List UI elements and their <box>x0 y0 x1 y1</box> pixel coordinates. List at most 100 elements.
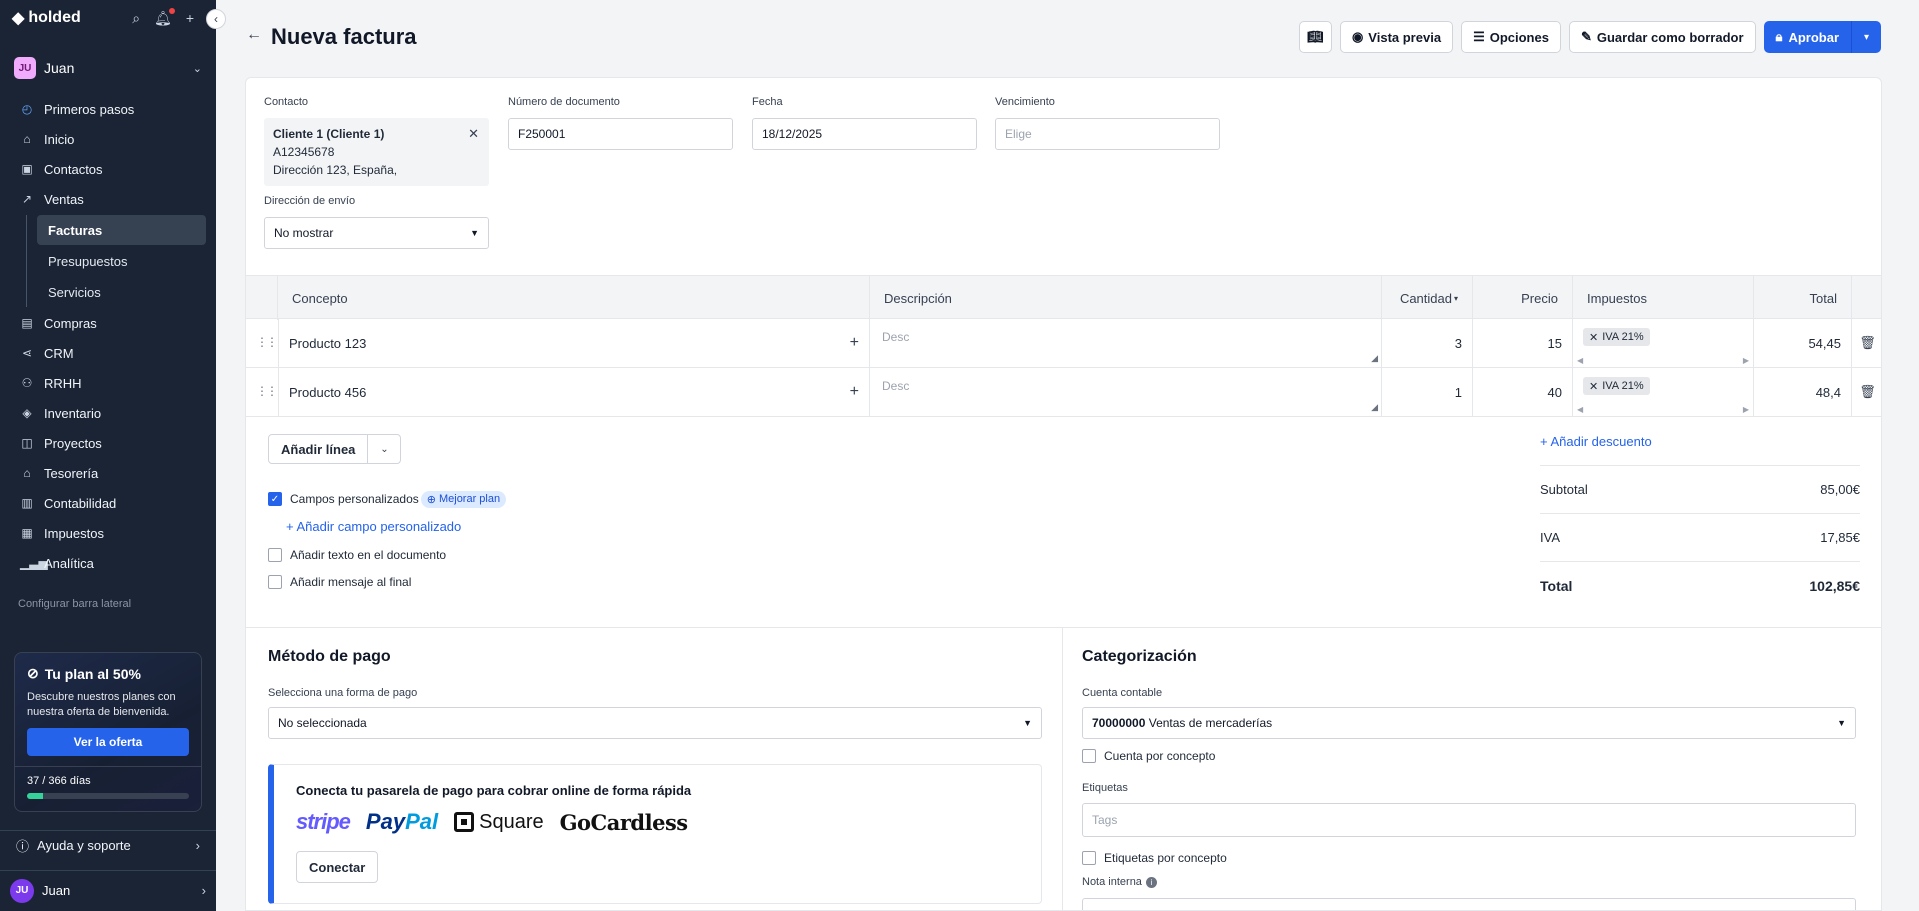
sidebar-item-facturas[interactable]: Facturas <box>37 215 206 245</box>
sidebar-item-impuestos[interactable]: ▦ Impuestos <box>0 518 216 548</box>
sidebar-item-crm[interactable]: ⋖ CRM <box>0 338 216 368</box>
contacts-icon: ▣ <box>21 162 33 176</box>
quantity-input[interactable]: 1 <box>1382 368 1473 416</box>
chevron-down-icon: ⌄ <box>380 443 389 455</box>
resize-handle-icon[interactable]: ◢ <box>1371 402 1378 413</box>
close-icon[interactable]: ✕ <box>1589 331 1598 344</box>
sidebar-item-presupuestos[interactable]: Presupuestos <box>37 246 206 276</box>
payment-method-select[interactable]: No seleccionada ▼ <box>268 707 1042 739</box>
plus-icon[interactable]: + <box>186 10 194 26</box>
concept-input[interactable]: Producto 456 + <box>278 368 870 416</box>
doc-number-label: Número de documento <box>508 96 620 108</box>
concept-input[interactable]: Producto 123 + <box>278 319 870 367</box>
preview-button[interactable]: ◉ Vista previa <box>1339 21 1454 53</box>
add-line-dropdown[interactable]: ⌄ <box>368 435 400 463</box>
sidebar-item-proyectos[interactable]: ◫ Proyectos <box>0 428 216 458</box>
due-date-input[interactable]: Elige <box>995 118 1220 150</box>
close-icon[interactable]: ✕ <box>468 125 479 143</box>
scroll-left-icon[interactable]: ◀ <box>1577 356 1583 365</box>
save-draft-button[interactable]: ✎ Guardar como borrador <box>1568 21 1756 53</box>
resize-handle-icon[interactable]: ◢ <box>1371 353 1378 364</box>
doc-number-input[interactable]: F250001 <box>508 118 733 150</box>
tax-chip[interactable]: ✕ IVA 21% <box>1583 328 1650 346</box>
add-discount-link[interactable]: + Añadir descuento <box>1540 434 1652 449</box>
contact-card[interactable]: Cliente 1 (Cliente 1) A12345678 Direcció… <box>264 118 489 186</box>
price-input[interactable]: 15 <box>1473 319 1573 367</box>
scroll-left-icon[interactable]: ◀ <box>1577 405 1583 414</box>
column-quantity[interactable]: Cantidad ▾ <box>1382 276 1473 320</box>
plus-icon[interactable]: + <box>850 383 859 401</box>
back-arrow-icon[interactable]: ← <box>246 26 262 44</box>
notification-dot <box>168 7 175 14</box>
upgrade-plan-badge[interactable]: ⊕ Mejorar plan <box>420 490 507 508</box>
sidebar-item-rrhh[interactable]: ⚇ RRHH <box>0 368 216 398</box>
layers-icon: ◈ <box>22 406 32 420</box>
configure-sidebar-link[interactable]: Configurar barra lateral <box>0 598 216 610</box>
stripe-logo: stripe <box>296 809 351 834</box>
docs-button[interactable]: 📖︎ <box>1298 21 1332 53</box>
drag-handle-icon[interactable]: ⋮⋮ <box>256 384 278 398</box>
custom-fields-checkbox[interactable]: ✓ <box>268 492 282 506</box>
sidebar-item-analitica[interactable]: ▁▃▅ Analítica <box>0 548 216 578</box>
account-switcher[interactable]: JU Juan ⌄ <box>0 50 216 86</box>
delete-row-button[interactable]: 🗑︎ <box>1852 368 1881 416</box>
scroll-right-icon[interactable]: ▶ <box>1743 356 1749 365</box>
account-select[interactable]: 70000000 Ventas de mercaderías ▼ <box>1082 707 1856 739</box>
connect-button[interactable]: Conectar <box>296 851 379 883</box>
description-input[interactable]: Desc ◢ <box>870 368 1382 416</box>
sidebar-item-ventas[interactable]: ↗ Ventas <box>0 184 216 214</box>
info-icon[interactable]: i <box>1145 876 1157 888</box>
price-input[interactable]: 40 <box>1473 368 1573 416</box>
add-custom-field-link[interactable]: + Añadir campo personalizado <box>286 519 461 534</box>
sidebar-item-inventario[interactable]: ◈ Inventario <box>0 398 216 428</box>
internal-note-input[interactable] <box>1082 898 1856 910</box>
description-input[interactable]: Desc ◢ <box>870 319 1382 367</box>
sidebar-item-primeros-pasos[interactable]: ◴ Primeros pasos <box>0 94 216 124</box>
sidebar-item-inicio[interactable]: ⌂ Inicio <box>0 124 216 154</box>
close-icon[interactable]: ✕ <box>1589 380 1598 393</box>
approve-dropdown-button[interactable]: ▾ <box>1851 21 1881 53</box>
tags-per-concept-checkbox[interactable] <box>1082 851 1096 865</box>
approve-button[interactable]: 🔒︎ Aprobar <box>1763 21 1851 53</box>
sidebar-item-servicios[interactable]: Servicios <box>37 277 206 307</box>
trial-progress-bar <box>27 793 189 799</box>
trial-progress-fill <box>27 793 44 799</box>
tags-input[interactable]: Tags <box>1082 803 1856 837</box>
shipping-select[interactable]: No mostrar ▼ <box>264 217 489 249</box>
categorization-section: Categorización Cuenta contable 70000000 … <box>1063 628 1881 910</box>
holded-logo[interactable]: ◆ holded <box>12 8 81 28</box>
square-logo: Square <box>454 811 544 834</box>
bottom-sections: Método de pago Selecciona una forma de p… <box>246 627 1881 910</box>
add-line-button[interactable]: Añadir línea <box>269 435 369 463</box>
see-offer-button[interactable]: Ver la oferta <box>27 728 189 756</box>
date-input[interactable]: 18/12/2025 <box>752 118 977 150</box>
quantity-input[interactable]: 3 <box>1382 319 1473 367</box>
add-text-checkbox[interactable] <box>268 548 282 562</box>
tax-chip[interactable]: ✕ IVA 21% <box>1583 377 1650 395</box>
plus-icon[interactable]: + <box>850 334 859 352</box>
sidebar-top: ◆ holded ⌕ 🔔︎ + <box>0 0 216 36</box>
receipt-icon: ▤ <box>21 316 33 330</box>
bell-icon[interactable]: 🔔︎ <box>154 7 175 27</box>
sidebar-item-contactos[interactable]: ▣ Contactos <box>0 154 216 184</box>
profile-menu[interactable]: JU Juan › <box>0 870 216 910</box>
drag-handle-icon[interactable]: ⋮⋮ <box>256 335 278 349</box>
search-icon[interactable]: ⌕ <box>132 10 140 27</box>
sidebar-item-tesoreria[interactable]: ⌂ Tesorería <box>0 458 216 488</box>
collapse-sidebar-button[interactable]: ‹ <box>206 9 226 29</box>
payment-gateway-card: Conecta tu pasarela de pago para cobrar … <box>268 764 1042 904</box>
account-per-concept-checkbox[interactable] <box>1082 749 1096 763</box>
help-support-item[interactable]: ⓘ Ayuda y soporte › <box>0 830 216 860</box>
column-total: Total <box>1754 276 1852 320</box>
taxes-cell[interactable]: ✕ IVA 21% ◀ ▶ <box>1573 319 1754 367</box>
add-message-checkbox[interactable] <box>268 575 282 589</box>
bank-icon: ⌂ <box>23 466 31 480</box>
options-button[interactable]: ☰ Opciones <box>1461 21 1561 53</box>
sidebar-item-compras[interactable]: ▤ Compras <box>0 308 216 338</box>
gocardless-logo: GoCardless <box>559 809 689 835</box>
taxes-cell[interactable]: ✕ IVA 21% ◀ ▶ <box>1573 368 1754 416</box>
column-concept: Concepto <box>278 276 870 320</box>
delete-row-button[interactable]: 🗑︎ <box>1852 319 1881 367</box>
scroll-right-icon[interactable]: ▶ <box>1743 405 1749 414</box>
sidebar-item-contabilidad[interactable]: ▥ Contabilidad <box>0 488 216 518</box>
